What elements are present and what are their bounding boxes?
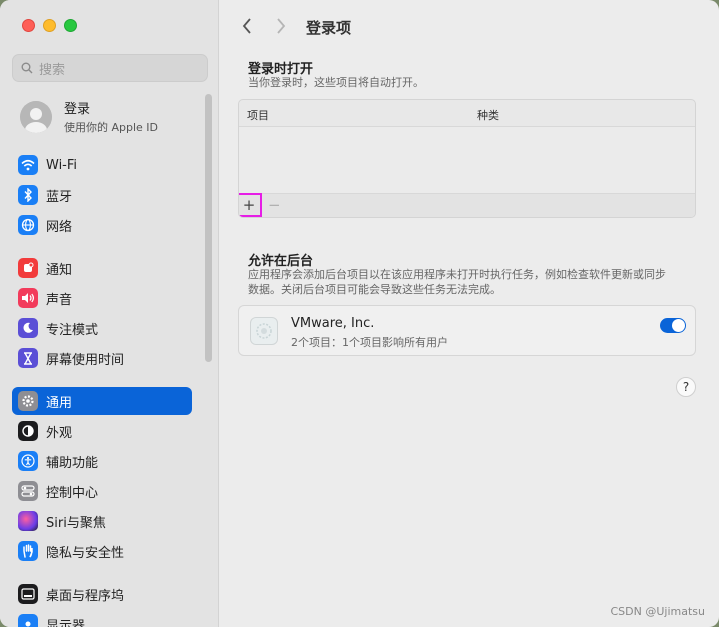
toggle-knob bbox=[672, 319, 685, 332]
login-items-table: 项目 种类 + − bbox=[238, 99, 696, 218]
table-footer: + − bbox=[239, 193, 695, 217]
appearance-icon bbox=[18, 421, 38, 441]
sidebar-item-label: 通用 bbox=[46, 395, 73, 411]
sidebar-item-wifi[interactable]: Wi-Fi bbox=[12, 151, 192, 179]
hourglass-icon bbox=[18, 348, 38, 368]
sidebar-item-label: Siri与聚焦 bbox=[46, 515, 106, 531]
sidebar-item-label: 外观 bbox=[46, 425, 73, 441]
sidebar-item-bluetooth[interactable]: 蓝牙 bbox=[12, 181, 192, 209]
bell-icon bbox=[18, 258, 38, 278]
sidebar: 搜索 登录 使用你的 Apple ID Wi-Fi 蓝牙 网络 通知 声音 专注… bbox=[0, 0, 219, 627]
gear-icon bbox=[18, 391, 38, 411]
sidebar-item-dock[interactable]: 桌面与程序坞 bbox=[12, 580, 192, 608]
sidebar-item-label: 专注模式 bbox=[46, 322, 99, 338]
search-input[interactable]: 搜索 bbox=[12, 54, 208, 82]
sidebar-item-label: 桌面与程序坞 bbox=[46, 588, 125, 604]
app-name: VMware, Inc. bbox=[291, 316, 375, 331]
page-title: 登录项 bbox=[306, 19, 352, 37]
back-button[interactable] bbox=[235, 12, 259, 40]
sidebar-item-label: 通知 bbox=[46, 262, 73, 278]
column-header-item[interactable]: 项目 bbox=[247, 107, 269, 123]
search-placeholder: 搜索 bbox=[39, 62, 66, 78]
vmware-app-icon bbox=[250, 317, 278, 345]
sidebar-item-general[interactable]: 通用 bbox=[12, 387, 192, 415]
sidebar-item-label: Wi-Fi bbox=[46, 157, 78, 173]
login-section-desc: 当你登录时，这些项目将自动打开。 bbox=[248, 76, 424, 89]
hand-icon bbox=[18, 541, 38, 561]
background-section-desc-line2: 数据。关闭后台项目可能会导致这些任务无法完成。 bbox=[248, 283, 501, 296]
watermark: CSDN @Ujimatsu bbox=[610, 605, 706, 618]
sidebar-item-control-center[interactable]: 控制中心 bbox=[12, 477, 192, 505]
wifi-icon bbox=[18, 155, 38, 175]
sidebar-item-siri[interactable]: Siri与聚焦 bbox=[12, 507, 192, 535]
dock-icon bbox=[18, 584, 38, 604]
table-header: 项目 种类 bbox=[239, 100, 695, 127]
sidebar-item-label: 辅助功能 bbox=[46, 455, 99, 471]
control-center-icon bbox=[18, 481, 38, 501]
sidebar-item-network[interactable]: 网络 bbox=[12, 211, 192, 239]
sidebar-scrollbar[interactable] bbox=[205, 94, 212, 362]
remove-login-item-button[interactable]: − bbox=[268, 196, 281, 214]
globe-icon bbox=[18, 215, 38, 235]
zoom-button[interactable] bbox=[64, 19, 77, 32]
window-controls bbox=[22, 19, 77, 32]
chevron-left-icon bbox=[242, 18, 251, 34]
app-subtitle: 2个项目：1个项目影响所有用户 bbox=[291, 336, 448, 349]
siri-icon bbox=[18, 511, 38, 531]
sidebar-item-label: 蓝牙 bbox=[46, 189, 73, 205]
sidebar-item-label: 屏幕使用时间 bbox=[46, 352, 125, 368]
sidebar-item-sound[interactable]: 声音 bbox=[12, 284, 192, 312]
close-button[interactable] bbox=[22, 19, 35, 32]
sidebar-item-label: 显示器 bbox=[46, 618, 86, 627]
minimize-button[interactable] bbox=[43, 19, 56, 32]
background-section-desc-line1: 应用程序会添加后台项目以在该应用程序未打开时执行任务，例如检查软件更新或同步 bbox=[248, 268, 666, 281]
account-subtitle: 使用你的 Apple ID bbox=[64, 121, 159, 134]
sidebar-item-privacy[interactable]: 隐私与安全性 bbox=[12, 537, 192, 565]
column-header-kind[interactable]: 种类 bbox=[477, 107, 499, 123]
sidebar-item-screen-time[interactable]: 屏幕使用时间 bbox=[12, 344, 192, 372]
background-item-row[interactable]: VMware, Inc. 2个项目：1个项目影响所有用户 bbox=[238, 305, 696, 356]
moon-icon bbox=[18, 318, 38, 338]
sidebar-item-label: 网络 bbox=[46, 219, 73, 235]
avatar bbox=[20, 100, 52, 133]
sidebar-item-appearance[interactable]: 外观 bbox=[12, 417, 192, 445]
account-entry[interactable]: 登录 使用你的 Apple ID bbox=[20, 98, 158, 135]
sidebar-item-displays[interactable]: 显示器 bbox=[12, 610, 192, 627]
sidebar-item-notifications[interactable]: 通知 bbox=[12, 254, 192, 282]
nav-arrows bbox=[235, 12, 293, 40]
account-title: 登录 bbox=[64, 102, 91, 117]
main-content: 登录项 登录时打开 当你登录时，这些项目将自动打开。 项目 种类 + − 允许在… bbox=[219, 0, 719, 627]
sidebar-item-label: 隐私与安全性 bbox=[46, 545, 125, 561]
sidebar-item-focus[interactable]: 专注模式 bbox=[12, 314, 192, 342]
settings-window: 搜索 登录 使用你的 Apple ID Wi-Fi 蓝牙 网络 通知 声音 专注… bbox=[0, 0, 719, 627]
sidebar-item-label: 声音 bbox=[46, 292, 73, 308]
search-icon bbox=[21, 62, 33, 74]
forward-button[interactable] bbox=[269, 12, 293, 40]
accessibility-icon bbox=[18, 451, 38, 471]
bluetooth-icon bbox=[18, 185, 38, 205]
speaker-icon bbox=[18, 288, 38, 308]
chevron-right-icon bbox=[277, 18, 286, 34]
sidebar-item-label: 控制中心 bbox=[46, 485, 99, 501]
add-login-item-button[interactable]: + bbox=[239, 193, 262, 217]
sidebar-item-accessibility[interactable]: 辅助功能 bbox=[12, 447, 192, 475]
table-body[interactable] bbox=[239, 127, 695, 195]
display-icon bbox=[18, 614, 38, 627]
background-toggle[interactable] bbox=[660, 318, 686, 333]
help-button[interactable]: ? bbox=[676, 377, 696, 397]
